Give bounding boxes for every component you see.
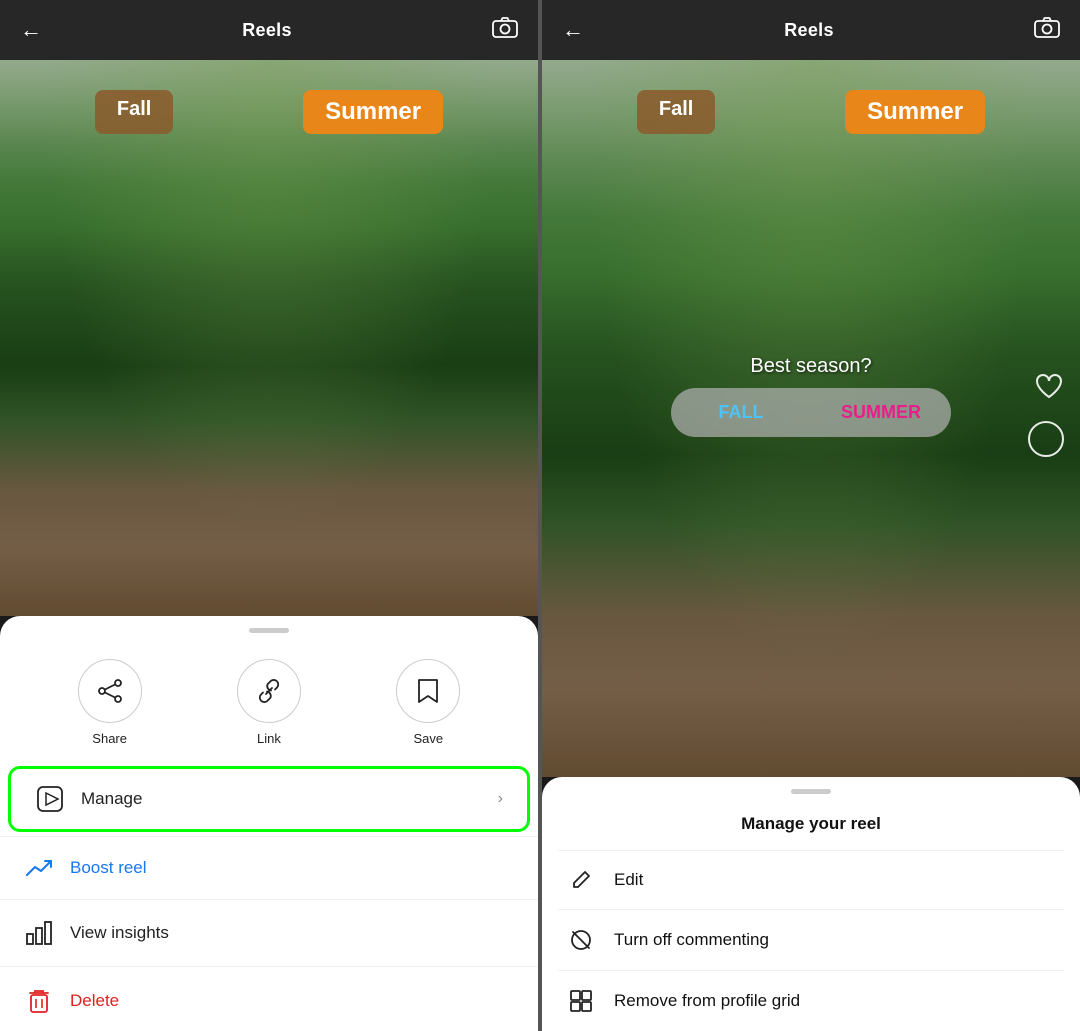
right-back-button[interactable]: ← [562,17,584,43]
left-back-button[interactable]: ← [20,17,42,43]
manage-chevron: › [498,790,503,808]
right-season-badges: Fall Summer [542,90,1080,134]
poll-summer-option[interactable]: SUMMER [811,388,951,437]
left-season-badges: Fall Summer [0,90,538,134]
save-circle [396,659,460,723]
share-circle [78,659,142,723]
left-sheet-handle [249,628,289,633]
turn-off-commenting-text: Turn off commenting [614,930,769,950]
link-circle [237,659,301,723]
right-header: ← Reels [542,0,1080,60]
delete-icon [24,987,54,1015]
manage-sheet: Manage your reel Edit Turn off comm [542,777,1080,1031]
boost-icon [24,857,54,879]
poll-overlay: Best season? FALL SUMMER [542,355,1080,437]
remove-grid-icon [566,989,596,1013]
remove-grid-item[interactable]: Remove from profile grid [542,971,1080,1031]
edit-manage-item[interactable]: Edit [542,851,1080,909]
manage-icon [35,785,65,813]
left-action-icons: Share Link [0,649,538,766]
right-title: Reels [784,20,834,41]
boost-menu-item[interactable]: Boost reel [0,841,538,895]
left-header: ← Reels [0,0,538,60]
left-forest-bg [0,60,538,616]
insights-icon [24,920,54,946]
link-action[interactable]: Link [237,659,301,746]
right-sheet-handle [791,789,831,794]
insights-menu-item[interactable]: View insights [0,904,538,962]
left-badge-fall: Fall [95,90,173,134]
left-title: Reels [242,20,292,41]
divider-1 [0,836,538,837]
divider-2 [0,899,538,900]
delete-text: Delete [70,991,514,1011]
right-panel: ← Reels Fall Summer Best season? FALL SU… [542,0,1080,1031]
poll-question: Best season? [750,355,871,378]
left-image-area: Fall Summer [0,60,538,616]
left-panel: ← Reels Fall Summer [0,0,538,1031]
edit-text: Edit [614,870,643,890]
left-badge-summer: Summer [303,90,443,134]
message-circle-icon[interactable] [1028,421,1064,457]
manage-sheet-title: Manage your reel [542,810,1080,850]
manage-text: Manage [81,789,498,809]
turn-off-commenting-item[interactable]: Turn off commenting [542,910,1080,970]
divider-3 [0,966,538,967]
right-image-area: Fall Summer Best season? FALL SUMMER [542,60,1080,777]
right-badge-fall: Fall [637,90,715,134]
poll-fall-option[interactable]: FALL [671,388,811,437]
poll-options[interactable]: FALL SUMMER [671,388,951,437]
share-action[interactable]: Share [78,659,142,746]
edit-icon [566,869,596,891]
delete-menu-item[interactable]: Delete [0,971,538,1031]
boost-text: Boost reel [70,858,514,878]
save-action[interactable]: Save [396,659,460,746]
left-bottom-sheet: Share Link [0,616,538,1031]
link-label: Link [257,731,281,746]
insights-text: View insights [70,923,514,943]
manage-menu-item[interactable]: Manage › [8,766,530,832]
right-camera-icon[interactable] [1034,16,1060,44]
right-badge-summer: Summer [845,90,985,134]
heart-icon[interactable] [1034,372,1064,407]
left-camera-icon[interactable] [492,16,518,44]
share-label: Share [92,731,127,746]
remove-grid-text: Remove from profile grid [614,991,800,1011]
save-label: Save [413,731,443,746]
turn-off-commenting-icon [566,928,596,952]
